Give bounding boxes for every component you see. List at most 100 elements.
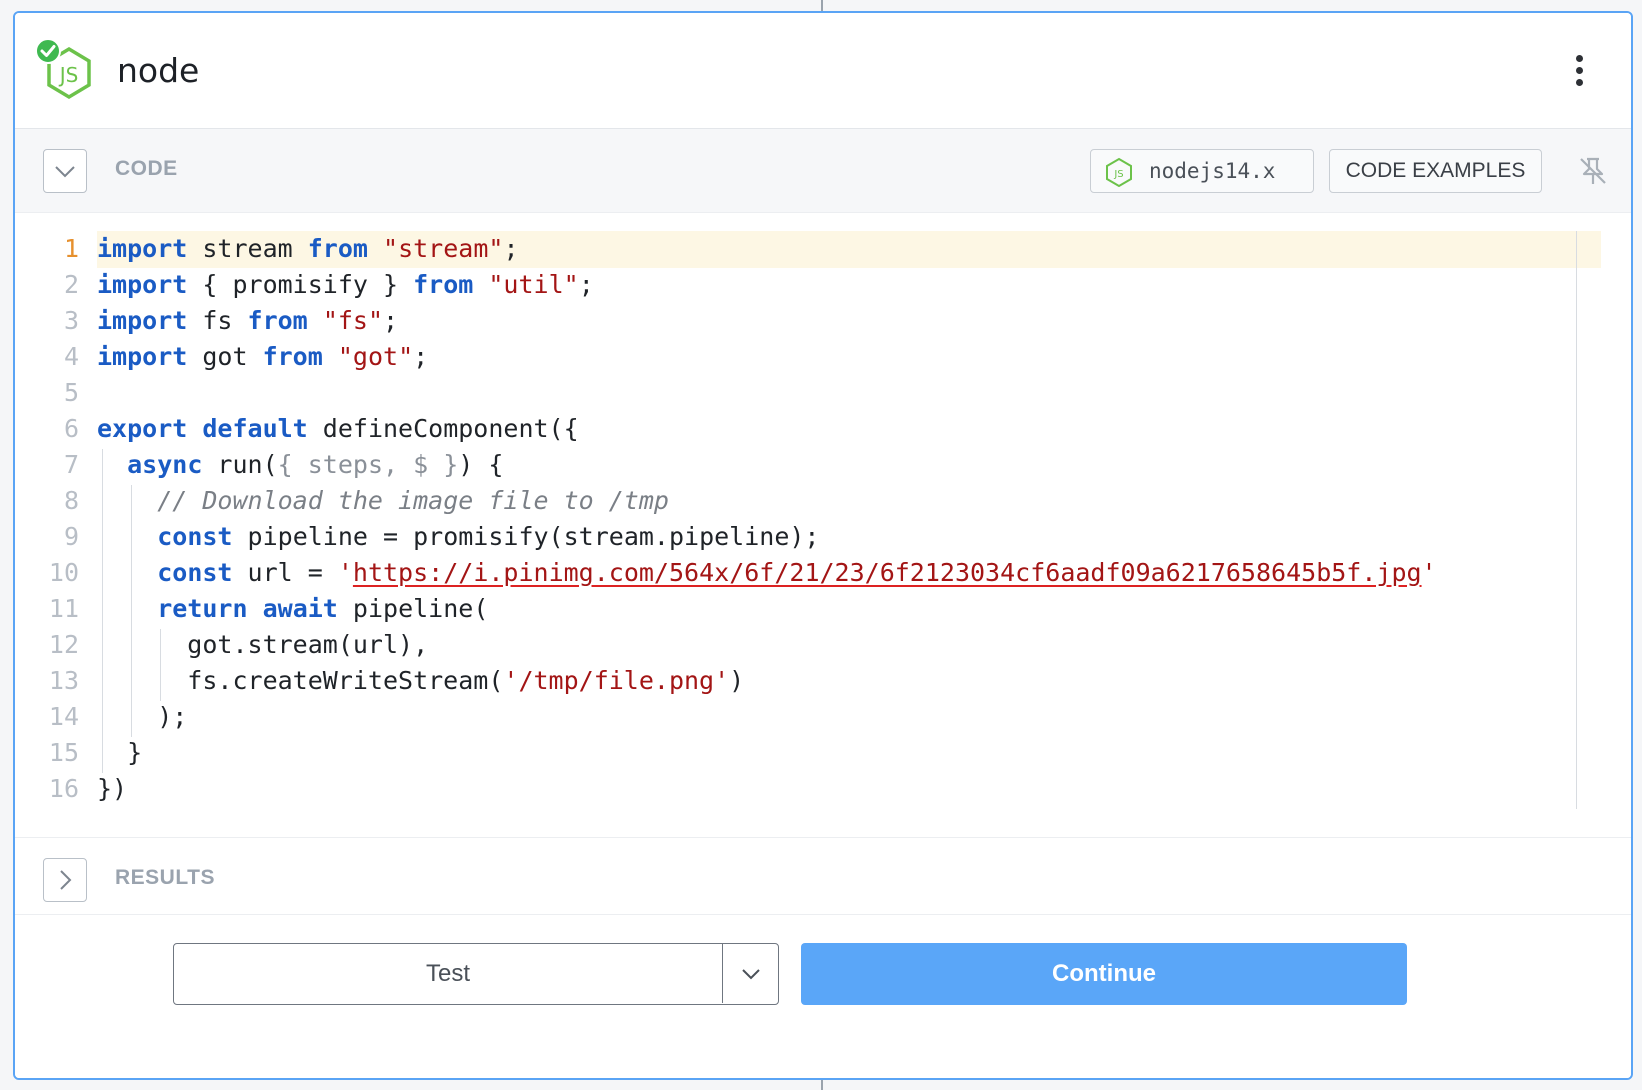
chevron-right-icon xyxy=(60,870,72,890)
line-number: 2 xyxy=(63,270,79,299)
line-number: 10 xyxy=(48,558,79,587)
continue-button[interactable]: Continue xyxy=(801,943,1407,1005)
runtime-label: nodejs14.x xyxy=(1149,159,1276,183)
test-button[interactable]: Test xyxy=(174,944,722,1003)
code-line[interactable]: 16}) xyxy=(15,771,1575,807)
code-line[interactable]: 6 export default defineComponent({ xyxy=(15,411,1575,447)
code-line[interactable]: 2 import { promisify } from "util"; xyxy=(15,267,1575,303)
editor-scrollbar[interactable] xyxy=(1576,231,1577,809)
line-text: import { promisify } from "util"; xyxy=(97,267,594,303)
code-token: "util" xyxy=(488,270,579,299)
code-line[interactable]: 9 const pipeline = promisify(stream.pipe… xyxy=(15,519,1575,555)
code-section-label: CODE xyxy=(115,157,178,180)
line-number: 13 xyxy=(48,666,79,695)
code-token: import xyxy=(97,342,188,371)
line-text: // Download the image file to /tmp xyxy=(97,483,669,519)
code-examples-button[interactable]: CODE EXAMPLES xyxy=(1329,149,1542,193)
line-text: } xyxy=(97,735,142,771)
code-token: ' xyxy=(337,558,353,587)
code-token: "fs" xyxy=(322,306,384,335)
code-token: { promisify } xyxy=(187,270,414,299)
code-line[interactable]: 3 import fs from "fs"; xyxy=(15,303,1575,339)
code-line[interactable]: 13 fs.createWriteStream('/tmp/file.png') xyxy=(15,663,1575,699)
chevron-down-icon xyxy=(741,968,760,979)
line-text: import stream from "stream"; xyxy=(97,231,519,267)
line-text: ); xyxy=(97,699,187,735)
line-number: 9 xyxy=(63,522,79,551)
svg-text:JS: JS xyxy=(58,63,79,87)
runtime-selector[interactable]: JS nodejs14.x xyxy=(1090,149,1314,193)
code-token: pipeline = promisify(stream.pipeline); xyxy=(232,522,820,551)
code-token: import xyxy=(97,306,188,335)
line-text: }) xyxy=(97,771,127,807)
code-token: got xyxy=(187,342,263,371)
code-token: ; xyxy=(413,342,429,371)
code-line[interactable]: 15 } xyxy=(15,735,1575,771)
code-token: '/tmp/file.png' xyxy=(503,666,730,695)
code-line[interactable]: 5 xyxy=(15,375,1575,411)
step-title[interactable]: node xyxy=(117,51,199,90)
code-token: from xyxy=(413,270,474,299)
line-number: 3 xyxy=(63,306,79,335)
connector-line-bottom xyxy=(821,1080,823,1090)
code-line[interactable]: 4 import got from "got"; xyxy=(15,339,1575,375)
code-token: { steps, $ } xyxy=(277,450,459,479)
code-token: }) xyxy=(97,774,128,803)
kebab-menu-icon[interactable] xyxy=(1567,55,1591,95)
code-token: ) xyxy=(729,666,745,695)
code-line[interactable]: 10 const url = 'https://i.pinimg.com/564… xyxy=(15,555,1575,591)
code-line[interactable]: 12 got.stream(url), xyxy=(15,627,1575,663)
svg-text:JS: JS xyxy=(1113,169,1123,180)
code-token: "stream" xyxy=(383,234,504,263)
code-token: fs.createWriteStream( xyxy=(97,666,504,695)
pin-off-icon[interactable] xyxy=(1575,153,1611,189)
code-token: export xyxy=(97,414,188,443)
code-token: pipeline( xyxy=(337,594,489,623)
step-footer: Test Continue xyxy=(15,915,1631,1078)
line-number: 6 xyxy=(63,414,79,443)
code-token: async xyxy=(127,450,203,479)
code-token: import xyxy=(97,270,188,299)
code-token: const xyxy=(157,558,233,587)
line-text: async run({ steps, $ }) { xyxy=(97,447,503,483)
code-token: got.stream(url), xyxy=(97,630,429,659)
code-line[interactable]: 7 async run({ steps, $ }) { xyxy=(15,447,1575,483)
line-text: return await pipeline( xyxy=(97,591,488,627)
code-collapse-button[interactable] xyxy=(43,149,87,193)
line-text: import fs from "fs"; xyxy=(97,303,398,339)
code-token: from xyxy=(247,306,308,335)
code-token: "got" xyxy=(337,342,414,371)
code-token: ; xyxy=(383,306,399,335)
code-token: } xyxy=(97,738,143,767)
line-number: 7 xyxy=(63,450,79,479)
code-token: https://i.pinimg.com/564x/6f/21/23/6f212… xyxy=(352,558,1422,587)
line-text: const url = 'https://i.pinimg.com/564x/6… xyxy=(97,555,1437,591)
code-line[interactable]: 11 return await pipeline( xyxy=(15,591,1575,627)
test-options-dropdown[interactable] xyxy=(722,944,778,1003)
code-token: ; xyxy=(503,234,519,263)
code-editor[interactable]: 1 import stream from "stream"; 2 import { p… xyxy=(15,213,1631,837)
code-token: ' xyxy=(1421,558,1437,587)
code-token: from xyxy=(307,234,368,263)
code-token: default xyxy=(202,414,308,443)
test-button-group: Test xyxy=(173,943,779,1005)
line-number: 12 xyxy=(48,630,79,659)
code-line[interactable]: 14 ); xyxy=(15,699,1575,735)
line-number: 5 xyxy=(63,378,79,407)
code-line[interactable]: 1 import stream from "stream"; xyxy=(15,231,1575,267)
line-text: fs.createWriteStream('/tmp/file.png') xyxy=(97,663,744,699)
code-token: const xyxy=(157,522,233,551)
chevron-down-icon xyxy=(55,166,75,178)
results-section-label: RESULTS xyxy=(115,866,215,889)
results-expand-button[interactable] xyxy=(43,858,87,902)
code-token: ) { xyxy=(458,450,504,479)
nodejs-icon: JS xyxy=(1106,157,1132,187)
code-line[interactable]: 8 // Download the image file to /tmp xyxy=(15,483,1575,519)
